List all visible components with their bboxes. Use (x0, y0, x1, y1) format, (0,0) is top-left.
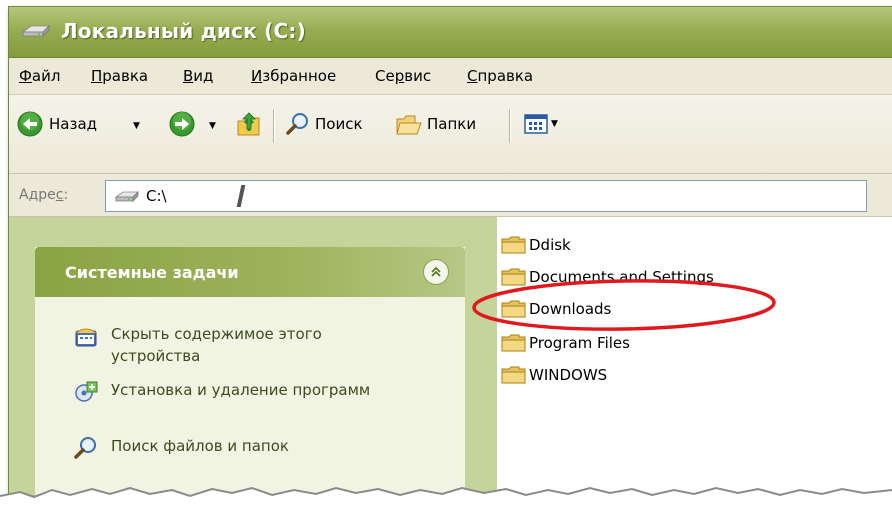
address-value: C:\ (146, 187, 167, 205)
address-bar: Адрес: C:\ (9, 174, 892, 217)
toolbar: Назад ▼ ▼ Поиск Папки ▼ (9, 95, 892, 174)
back-arrow-icon (17, 111, 43, 137)
chevron-up-icon (431, 266, 441, 277)
system-tasks-title: Системные задачи (65, 263, 239, 282)
folder-item-downloads[interactable]: Downloads (501, 297, 611, 321)
torn-edge-decoration (0, 486, 892, 512)
task-add-remove-programs[interactable]: Установка и удаление программ (73, 379, 401, 405)
forward-dropdown-icon[interactable]: ▼ (209, 121, 216, 131)
menu-tools[interactable]: Сервис (375, 67, 431, 85)
folder-item[interactable]: WINDOWS (501, 363, 607, 387)
task-pane: Системные задачи Скрыть содержимое этого… (9, 217, 497, 495)
folder-label: Program Files (529, 334, 630, 352)
forward-arrow-icon (169, 111, 195, 137)
system-tasks-panel: Системные задачи Скрыть содержимое этого… (35, 247, 465, 495)
hide-contents-icon (75, 328, 97, 347)
folder-item[interactable]: Program Files (501, 331, 630, 355)
add-remove-programs-icon (75, 381, 98, 402)
drive-icon (114, 191, 139, 202)
up-folder-button[interactable] (235, 105, 265, 143)
menu-favorites[interactable]: Избранное (251, 67, 336, 85)
task-label: Поиск файлов и папок (111, 437, 289, 455)
menu-file[interactable]: Файл (19, 67, 60, 85)
folder-icon (501, 300, 526, 318)
drive-icon (21, 25, 50, 37)
views-icon (524, 114, 548, 134)
system-tasks-header[interactable]: Системные задачи (35, 247, 465, 297)
file-list: Ddisk Documents and Settings Downloads P… (497, 217, 892, 495)
task-label: Скрыть содержимое этого устройства (111, 325, 322, 365)
explorer-window: Локальный диск (C:) Файл Правка Вид Избр… (8, 6, 892, 495)
folder-item[interactable]: Ddisk (501, 233, 571, 257)
address-label: Адрес: (19, 187, 69, 203)
toolbar-separator (509, 109, 511, 143)
folder-icon (501, 268, 526, 286)
search-icon (74, 437, 96, 459)
folder-label: WINDOWS (529, 366, 608, 384)
task-hide-contents[interactable]: Скрыть содержимое этого устройства (73, 323, 401, 367)
folder-label: Downloads (529, 300, 612, 318)
back-button[interactable]: Назад (17, 105, 97, 143)
collapse-button[interactable] (423, 259, 449, 285)
task-label: Установка и удаление программ (111, 381, 371, 399)
magnifier-icon (286, 113, 308, 135)
folders-label: Папки (427, 115, 477, 133)
task-search-files[interactable]: Поиск файлов и папок (73, 435, 401, 461)
forward-button[interactable] (169, 105, 195, 143)
folders-button[interactable]: Папки (395, 105, 476, 143)
folder-item[interactable]: Documents and Settings (501, 265, 714, 289)
folder-icon (501, 236, 526, 254)
toolbar-separator (273, 109, 275, 143)
menu-bar: Файл Правка Вид Избранное Сервис Справка (9, 58, 892, 95)
back-dropdown-icon[interactable]: ▼ (133, 121, 140, 131)
title-bar[interactable]: Локальный диск (C:) (9, 7, 892, 58)
folder-label: Ddisk (529, 236, 571, 254)
up-folder-icon (237, 112, 260, 136)
folders-icon (396, 115, 422, 135)
menu-view[interactable]: Вид (183, 67, 213, 85)
menu-edit[interactable]: Правка (91, 67, 148, 85)
search-button[interactable]: Поиск (285, 105, 363, 143)
folder-icon (501, 366, 526, 384)
folder-label: Documents and Settings (529, 268, 714, 286)
views-dropdown-icon[interactable]: ▼ (551, 119, 558, 129)
search-label: Поиск (315, 115, 363, 133)
views-button[interactable]: ▼ (523, 105, 558, 143)
address-field[interactable]: C:\ (105, 180, 867, 212)
back-label: Назад (49, 115, 98, 133)
text-cursor-mark (236, 185, 246, 207)
menu-help[interactable]: Справка (467, 67, 533, 85)
window-title: Локальный диск (C:) (61, 19, 306, 43)
folder-icon (501, 334, 526, 352)
